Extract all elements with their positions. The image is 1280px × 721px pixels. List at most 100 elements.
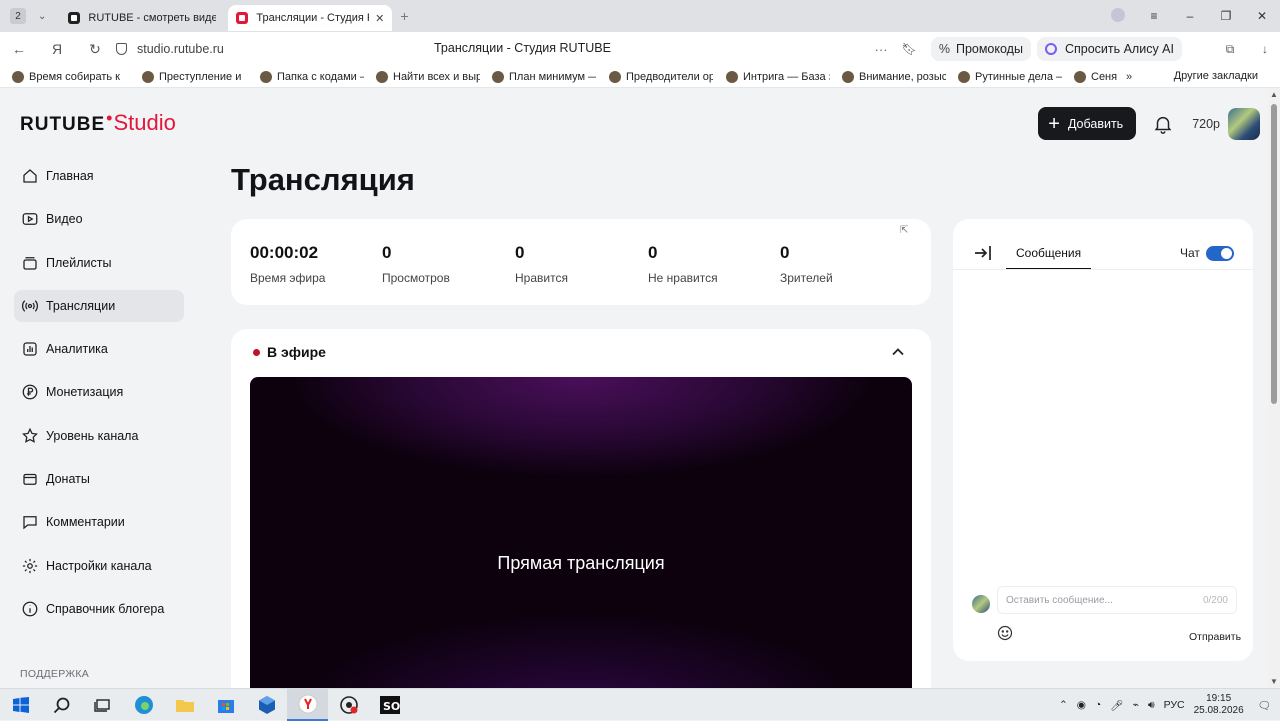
char-counter: 0/200 [1202, 594, 1228, 606]
bookmark-item[interactable]: Время собирать к [12, 70, 128, 83]
emoji-icon[interactable] [997, 625, 1013, 641]
search-icon[interactable] [41, 689, 82, 721]
yandex-browser-icon[interactable] [287, 688, 328, 721]
obs-app-icon[interactable]: SO [369, 689, 410, 721]
collapse-chat-icon[interactable] [974, 245, 992, 261]
extensions-icon[interactable]: ⧉ [1210, 42, 1250, 57]
restore-icon[interactable]: ❐ [1208, 9, 1244, 23]
sidebar-item-monetization[interactable]: Монетизация [14, 376, 184, 408]
address-bar: ← Я ↻ studio.rutube.ru Трансляции - Студ… [0, 32, 1280, 66]
bookmark-icon[interactable]: 🔖︎ [902, 42, 917, 56]
reload-icon[interactable]: ↻ [76, 41, 114, 58]
stat-viewers: 0 Зрителей [780, 243, 833, 285]
chevron-down-icon[interactable]: ⌄ [38, 11, 46, 22]
sidebar-item-broadcasts[interactable]: Трансляции [14, 289, 184, 322]
more-icon[interactable]: ··· [875, 42, 888, 57]
quality-label[interactable]: 720p [1192, 117, 1220, 131]
bookmark-favicon-icon [726, 70, 738, 83]
download-icon[interactable]: ↓ [1250, 42, 1280, 56]
close-tab-icon[interactable]: ✕ [375, 12, 384, 25]
bookmark-item[interactable]: Предводители ор [609, 70, 713, 83]
send-button[interactable]: Отправить [1189, 631, 1241, 643]
bookmark-item[interactable]: Рутинные дела — [958, 70, 1062, 83]
bookmark-item[interactable]: Интрига — База з [726, 70, 830, 83]
url-text: studio.rutube.ru [137, 42, 224, 56]
scroll-down-icon[interactable]: ▼ [1270, 677, 1278, 686]
sidebar-item-analytics[interactable]: Аналитика [14, 333, 184, 365]
video-player[interactable]: Прямая трансляция [250, 377, 912, 688]
close-window-icon[interactable]: ✕ [1244, 9, 1280, 23]
bookmark-favicon-icon [609, 70, 621, 83]
bookmark-item[interactable]: Преступление и [142, 70, 246, 83]
analytics-icon [20, 339, 40, 359]
scrollbar-thumb[interactable] [1271, 104, 1277, 404]
back-icon[interactable]: ← [0, 41, 38, 57]
more-bookmarks-icon[interactable]: » [1126, 71, 1132, 83]
system-tray: ⌃ ◉ ◔ 🎤︎ ⌁ 🔊︎ РУС 19:15 25.08.2026 🗨︎ [1059, 689, 1280, 721]
tab-count-badge[interactable]: 2 [10, 8, 26, 24]
tray-expand-icon[interactable]: ⌃ [1059, 699, 1068, 711]
browser-tab-studio[interactable]: Трансляции - Студия RUTUBE ✕ [228, 5, 393, 31]
sidebar-item-blogger-guide[interactable]: Справочник блогера [14, 593, 184, 625]
stat-airtime: 00:00:02 Время эфира [250, 243, 326, 285]
bookmark-item[interactable]: План минимум — [492, 70, 596, 83]
bookmark-item[interactable]: Папка с кодами — [260, 70, 364, 83]
stat-dislikes: 0 Не нравится [648, 243, 718, 285]
new-tab-icon[interactable]: + [400, 8, 408, 24]
notifications-icon[interactable]: 🗨︎ [1258, 699, 1271, 712]
bookmark-item[interactable]: Внимание, розыс [842, 70, 946, 83]
bookmark-item[interactable]: Сеня [1074, 70, 1118, 83]
bookmark-favicon-icon [842, 70, 854, 83]
ruble-icon [20, 382, 40, 402]
page-title: Трансляция [231, 162, 415, 197]
recording-app-icon[interactable] [328, 689, 369, 721]
donate-icon [20, 469, 40, 489]
wifi-icon[interactable]: ◔ [1095, 699, 1101, 711]
alice-icon [1044, 43, 1057, 55]
chevron-up-icon[interactable] [891, 345, 905, 359]
tab-messages[interactable]: Сообщения [1006, 238, 1092, 269]
sidebar-item-channel-settings[interactable]: Настройки канала [14, 550, 184, 582]
bell-icon[interactable] [1152, 113, 1174, 135]
avatar[interactable] [1228, 107, 1260, 140]
alice-button[interactable]: Спросить Алису AI [1036, 37, 1182, 61]
app-cube-icon[interactable] [246, 689, 287, 721]
microphone-icon[interactable]: 🎤︎ [1110, 699, 1123, 712]
bookmark-favicon-icon [12, 70, 24, 83]
rutube-studio-logo[interactable]: RUTUBE • Studio [20, 108, 176, 136]
volume-icon[interactable]: 🔊︎ [1148, 699, 1155, 712]
other-bookmarks[interactable]: Другие закладки [1174, 70, 1258, 82]
page-scrollbar[interactable]: ▲ ▼ [1268, 88, 1280, 688]
windows-start-icon[interactable] [0, 689, 41, 721]
add-button[interactable]: + Добавить [1038, 107, 1137, 140]
alice-label: Спросить Алису AI [1064, 42, 1174, 56]
url-field[interactable]: studio.rutube.ru [116, 42, 224, 56]
minimize-icon[interactable]: – [1172, 9, 1208, 23]
sidebar-item-channel-level[interactable]: Уровень канала [14, 420, 184, 452]
chat-message-input[interactable]: Оставить сообщение... 0/200 [997, 586, 1237, 614]
chat-toggle[interactable] [1206, 246, 1234, 261]
studio-app: RUTUBE • Studio + Добавить 720p Главная Ви… [0, 88, 1268, 688]
sidebar-item-donations[interactable]: Донаты [14, 463, 184, 495]
promo-button[interactable]: % Промокоды [930, 37, 1031, 61]
clock[interactable]: 19:15 25.08.2026 [1194, 693, 1244, 717]
browser-tab-rutube[interactable]: RUTUBE - смотреть видео [60, 5, 224, 31]
sidebar-item-playlists[interactable]: Плейлисты [14, 247, 184, 279]
network-icon[interactable]: ⌁ [1133, 699, 1139, 711]
yandex-icon[interactable]: Я [38, 41, 76, 57]
sidebar-item-comments[interactable]: Комментарии [14, 506, 184, 538]
bookmark-item[interactable]: Найти всех и выр [376, 70, 480, 83]
sidebar-item-video[interactable]: Видео [14, 203, 184, 235]
profile-icon[interactable] [1100, 7, 1136, 25]
menu-icon[interactable]: ≡ [1136, 9, 1172, 23]
store-icon[interactable] [205, 689, 246, 721]
file-explorer-icon[interactable] [164, 689, 205, 721]
language-indicator[interactable]: РУС [1164, 699, 1185, 711]
bookmark-favicon-icon [376, 70, 388, 83]
edge-browser-icon[interactable] [123, 689, 164, 721]
sidebar-item-home[interactable]: Главная [14, 160, 184, 192]
scroll-up-icon[interactable]: ▲ [1270, 90, 1278, 99]
address-page-title: Трансляции - Студия RUTUBE [434, 41, 611, 55]
task-view-icon[interactable] [82, 689, 123, 721]
camera-icon[interactable]: ◉ [1077, 699, 1086, 711]
